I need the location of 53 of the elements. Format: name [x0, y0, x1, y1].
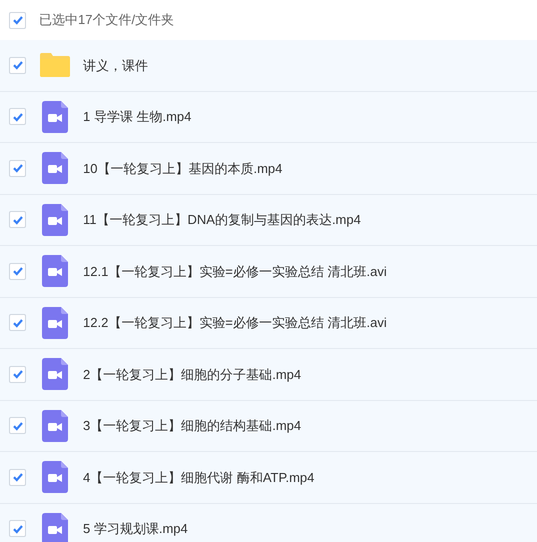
video-file-icon — [42, 410, 68, 442]
video-file-icon — [42, 152, 68, 184]
checkmark-icon — [12, 162, 24, 174]
file-row[interactable]: 3【一轮复习上】细胞的结构基础.mp4 — [0, 400, 537, 452]
checkbox[interactable] — [9, 314, 26, 332]
video-file-icon — [42, 255, 68, 288]
file-name: 3【一轮复习上】细胞的结构基础.mp4 — [83, 417, 302, 435]
video-file-icon — [42, 358, 68, 390]
checkbox[interactable] — [9, 417, 26, 434]
checkmark-icon — [12, 522, 24, 535]
file-row[interactable]: 12.1【一轮复习上】实验=必修一实验总结 清北班.avi — [0, 246, 537, 298]
video-file-icon — [42, 512, 68, 542]
checkmark-icon — [12, 265, 24, 278]
checkmark-icon — [12, 368, 24, 380]
checkbox[interactable] — [9, 262, 26, 280]
video-file-icon — [42, 204, 68, 236]
file-name: 12.2【一轮复习上】实验=必修一实验总结 清北班.avi — [83, 314, 387, 332]
file-name: 4【一轮复习上】细胞代谢 酶和ATP.mp4 — [83, 468, 314, 487]
checkbox[interactable] — [9, 520, 26, 538]
file-row[interactable]: 12.2【一轮复习上】实验=必修一实验总结 清北班.avi — [0, 298, 537, 349]
checkbox[interactable] — [9, 12, 26, 28]
file-name: 1 导学课 生物.mp4 — [83, 108, 192, 126]
checkbox[interactable] — [9, 160, 26, 177]
file-row[interactable]: 2【一轮复习上】细胞的分子基础.mp4 — [0, 349, 537, 400]
checkmark-icon — [12, 14, 24, 26]
file-row[interactable]: 10【一轮复习上】基因的本质.mp4 — [0, 143, 537, 194]
checkbox[interactable] — [9, 56, 26, 74]
file-name: 5 学习规划课.mp4 — [83, 520, 188, 538]
folder-icon — [40, 53, 70, 78]
checkbox[interactable] — [9, 366, 26, 383]
file-row[interactable]: 5 学习规划课.mp4 — [0, 504, 537, 542]
checkmark-icon — [12, 214, 24, 226]
file-name: 11【一轮复习上】DNA的复制与基因的表达.mp4 — [83, 211, 361, 229]
checkmark-icon — [12, 420, 24, 432]
video-file-icon — [42, 100, 68, 133]
file-name: 讲义，课件 — [83, 56, 148, 74]
checkmark-icon — [12, 316, 24, 329]
selection-count: 已选中17个文件/文件夹 — [39, 11, 174, 30]
checkbox[interactable] — [9, 108, 26, 126]
file-name: 12.1【一轮复习上】实验=必修一实验总结 清北班.avi — [83, 262, 387, 280]
checkmark-icon — [12, 59, 24, 72]
file-row[interactable]: 1 导学课 生物.mp4 — [0, 92, 537, 143]
checkbox[interactable] — [9, 468, 26, 486]
checkmark-icon — [12, 471, 24, 484]
file-row[interactable]: 4【一轮复习上】细胞代谢 酶和ATP.mp4 — [0, 452, 537, 504]
file-name: 10【一轮复习上】基因的本质.mp4 — [83, 160, 282, 178]
file-row[interactable]: 11【一轮复习上】DNA的复制与基因的表达.mp4 — [0, 194, 537, 246]
video-file-icon — [42, 461, 68, 494]
checkbox[interactable] — [9, 211, 26, 228]
file-name: 2【一轮复习上】细胞的分子基础.mp4 — [83, 366, 302, 384]
file-row[interactable]: 讲义，课件 — [0, 40, 537, 92]
checkmark-icon — [12, 110, 24, 123]
video-file-icon — [42, 306, 68, 339]
